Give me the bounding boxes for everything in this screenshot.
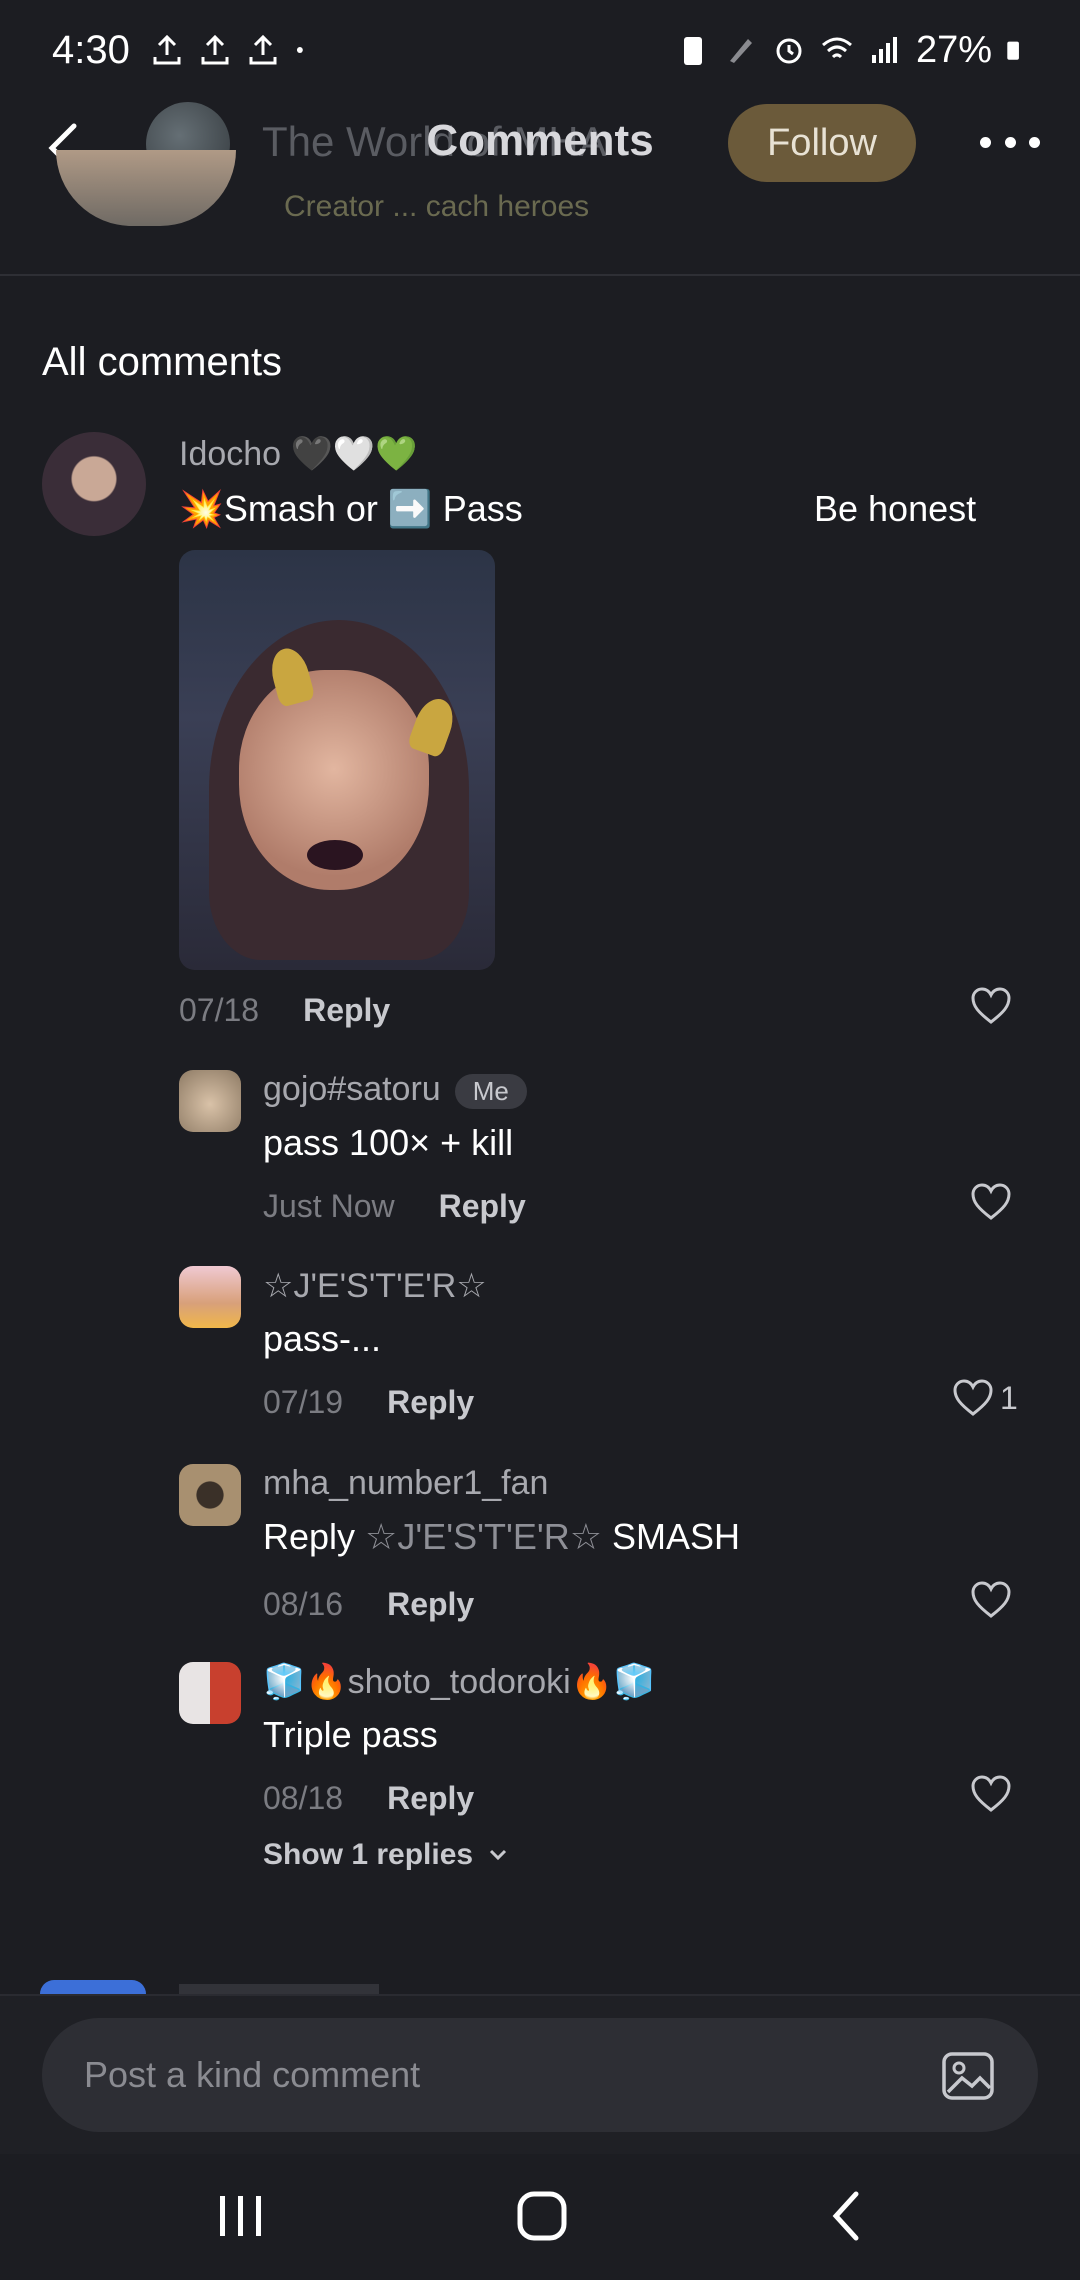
show-replies-label: Show 1 replies — [263, 1838, 474, 1871]
status-bar: 4:30 27% — [0, 0, 1080, 100]
dot-icon — [296, 47, 303, 53]
comment-input[interactable] — [42, 2018, 1038, 2132]
section-title: All comments — [42, 340, 283, 384]
comment-meta: 07/19 Reply — [263, 1384, 474, 1421]
upload-icon — [249, 34, 277, 65]
status-right: 27% — [676, 29, 1028, 72]
reply-button[interactable]: Reply — [387, 1586, 474, 1623]
heart-icon[interactable] — [970, 986, 1012, 1026]
battery-icon — [1007, 41, 1019, 60]
comment-meta: 08/16 Reply — [263, 1586, 474, 1623]
nav-back-icon[interactable] — [826, 2188, 866, 2244]
upload-icon — [201, 34, 229, 65]
recycle-battery-icon — [683, 37, 702, 65]
upload-icon — [153, 34, 181, 65]
reply-button[interactable]: Reply — [387, 1780, 474, 1817]
comment-username[interactable]: gojo#satoru Me — [263, 1070, 527, 1109]
more-icon[interactable] — [980, 122, 1040, 162]
avatar[interactable] — [179, 1266, 241, 1328]
comment-text: pass-... — [263, 1318, 382, 1359]
comment-side-text: Be honest — [814, 488, 977, 529]
status-left: 4:30 — [52, 28, 314, 73]
comment-date: 07/18 — [179, 992, 260, 1028]
signal-icon — [871, 37, 897, 63]
reply-button[interactable]: Reply — [303, 992, 390, 1029]
comment-date: 08/18 — [263, 1780, 344, 1816]
comment-username[interactable]: Idocho 🖤🤍💚 — [179, 434, 418, 474]
avatar[interactable] — [42, 432, 146, 536]
comment-image[interactable] — [179, 550, 495, 970]
mention-link[interactable]: ☆J'E'S'T'E'R☆ — [365, 1516, 602, 1557]
comment-text: Reply ☆J'E'S'T'E'R☆ SMASH — [263, 1516, 741, 1557]
comment-text: Triple pass — [263, 1714, 438, 1755]
system-nav-bar — [0, 2154, 1080, 2280]
comment-date: 08/16 — [263, 1586, 344, 1622]
comment-username[interactable]: 🧊🔥shoto_todoroki🔥🧊 — [263, 1662, 655, 1702]
heart-icon[interactable] — [970, 1580, 1012, 1620]
me-badge: Me — [454, 1073, 527, 1109]
comment-meta: Just Now Reply — [263, 1188, 526, 1225]
comment-date: 07/19 — [263, 1384, 344, 1420]
post-header-cutoff: Creator ... cach heroes — [0, 150, 1080, 276]
avatar[interactable] — [40, 1980, 146, 1994]
image-icon[interactable] — [940, 2050, 996, 2102]
battery-percent: 27% — [915, 28, 992, 71]
avatar[interactable] — [179, 1464, 241, 1526]
post-author-avatar — [56, 150, 236, 226]
reply-button[interactable]: Reply — [439, 1188, 526, 1225]
alarm-icon — [776, 38, 802, 64]
post-author-meta: Creator ... cach heroes — [284, 190, 590, 223]
follow-button[interactable]: Follow — [728, 104, 916, 182]
nav-recents-icon[interactable] — [216, 2192, 266, 2240]
heart-icon[interactable] — [970, 1182, 1012, 1222]
wifi-icon — [821, 37, 852, 59]
next-comment-username — [179, 1984, 379, 1994]
comment-composer — [0, 1994, 1080, 2154]
nav-home-icon[interactable] — [516, 2190, 568, 2242]
comment-text: 💥Smash or ➡️ Pass — [179, 488, 523, 529]
comment-date: Just Now — [263, 1188, 395, 1224]
status-time: 4:30 — [52, 27, 130, 72]
comment-username[interactable]: ☆J'E'S'T'E'R☆ — [263, 1266, 487, 1306]
show-replies-button[interactable]: Show 1 replies — [263, 1838, 509, 1872]
divider — [0, 274, 1080, 276]
reply-button[interactable]: Reply — [387, 1384, 474, 1421]
comment-text: pass 100× + kill — [263, 1122, 514, 1163]
avatar[interactable] — [179, 1662, 241, 1724]
comment-meta: 08/18 Reply — [263, 1780, 474, 1817]
pen-icon — [729, 39, 752, 63]
comment-meta: 07/18 Reply — [179, 992, 390, 1029]
avatar[interactable] — [179, 1070, 241, 1132]
like-count: 1 — [1000, 1380, 1018, 1416]
chevron-down-icon — [490, 1849, 507, 1861]
heart-icon[interactable] — [970, 1774, 1012, 1814]
comment-username[interactable]: mha_number1_fan — [263, 1464, 548, 1503]
heart-icon[interactable] — [952, 1378, 994, 1418]
